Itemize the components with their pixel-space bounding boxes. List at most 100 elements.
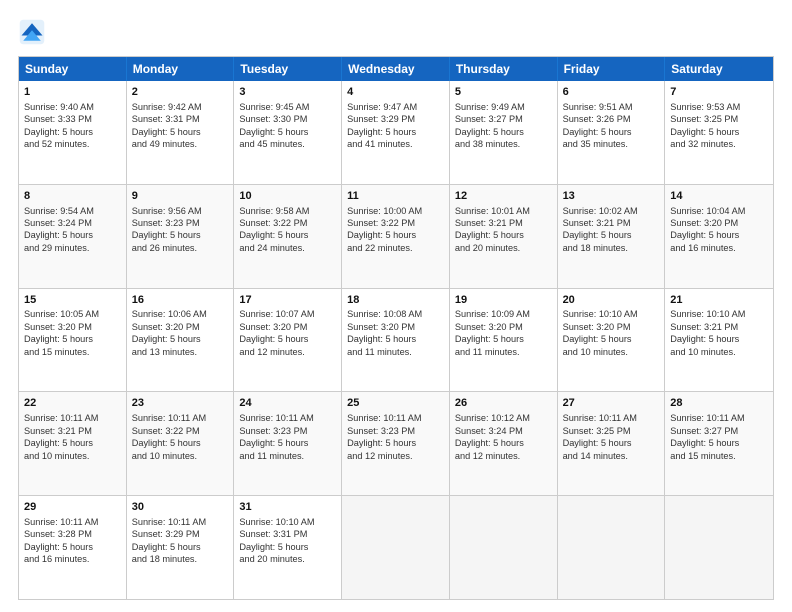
day-info: Sunrise: 10:11 AM Sunset: 3:21 PM Daylig…: [24, 413, 98, 460]
calendar-row-2: 8Sunrise: 9:54 AM Sunset: 3:24 PM Daylig…: [19, 185, 773, 289]
day-number: 3: [239, 85, 336, 100]
day-cell-2: 2Sunrise: 9:42 AM Sunset: 3:31 PM Daylig…: [127, 81, 235, 184]
empty-cell-4-4: [450, 496, 558, 599]
day-info: Sunrise: 10:11 AM Sunset: 3:25 PM Daylig…: [563, 413, 637, 460]
calendar-row-1: 1Sunrise: 9:40 AM Sunset: 3:33 PM Daylig…: [19, 81, 773, 185]
day-cell-5: 5 Sunrise: 9:49 AM Sunset: 3:27 PM Daylig…: [450, 81, 558, 184]
day-info: Sunrise: 10:11 AM Sunset: 3:22 PM Daylig…: [132, 413, 206, 460]
day-info: Sunrise: 10:01 AM Sunset: 3:21 PM Daylig…: [455, 206, 530, 253]
day-number: 22: [24, 396, 121, 411]
day-info: Sunrise: 10:11 AM Sunset: 3:23 PM Daylig…: [347, 413, 421, 460]
day-cell-19: 19Sunrise: 10:09 AM Sunset: 3:20 PM Dayl…: [450, 289, 558, 392]
day-info: Sunrise: 9:49 AM Sunset: 3:27 PM Dayligh…: [455, 102, 525, 149]
day-cell-26: 26 Sunrise: 10:12 AM Sunset: 3:24 PM Dayl…: [450, 392, 558, 495]
day-cell-31: 31Sunrise: 10:10 AM Sunset: 3:31 PM Dayl…: [234, 496, 342, 599]
day-info: Sunrise: 10:06 AM Sunset: 3:20 PM Daylig…: [132, 309, 207, 356]
day-cell-7: 7Sunrise: 9:53 AM Sunset: 3:25 PM Daylig…: [665, 81, 773, 184]
day-cell-16: 16Sunrise: 10:06 AM Sunset: 3:20 PM Dayl…: [127, 289, 235, 392]
day-number: 20: [563, 293, 660, 308]
day-number: 21: [670, 293, 768, 308]
calendar-header: SundayMondayTuesdayWednesdayThursdayFrid…: [19, 57, 773, 81]
day-number: 7: [670, 85, 768, 100]
day-cell-14: 14 Sunrise: 10:04 AM Sunset: 3:20 PM Dayl…: [665, 185, 773, 288]
day-info: Sunrise: 9:45 AM Sunset: 3:30 PM Dayligh…: [239, 102, 309, 149]
header-day-wednesday: Wednesday: [342, 57, 450, 81]
day-number: 5: [455, 85, 552, 100]
day-info: Sunrise: 10:07 AM Sunset: 3:20 PM Daylig…: [239, 309, 314, 356]
day-info: Sunrise: 10:08 AM Sunset: 3:20 PM Daylig…: [347, 309, 422, 356]
day-info: Sunrise: 9:47 AM Sunset: 3:29 PM Dayligh…: [347, 102, 417, 149]
day-info: Sunrise: 9:58 AM Sunset: 3:22 PM Dayligh…: [239, 206, 309, 253]
day-number: 28: [670, 396, 768, 411]
header-day-saturday: Saturday: [665, 57, 773, 81]
day-number: 2: [132, 85, 229, 100]
day-number: 26: [455, 396, 552, 411]
day-cell-20: 20Sunrise: 10:10 AM Sunset: 3:20 PM Dayl…: [558, 289, 666, 392]
day-info: Sunrise: 10:02 AM Sunset: 3:21 PM Daylig…: [563, 206, 638, 253]
header-day-sunday: Sunday: [19, 57, 127, 81]
day-number: 14: [670, 189, 768, 204]
logo-icon: [18, 18, 46, 46]
day-cell-29: 29 Sunrise: 10:11 AM Sunset: 3:28 PM Dayl…: [19, 496, 127, 599]
day-number: 23: [132, 396, 229, 411]
calendar: SundayMondayTuesdayWednesdayThursdayFrid…: [18, 56, 774, 600]
day-number: 29: [24, 500, 121, 515]
day-info: Sunrise: 9:54 AM Sunset: 3:24 PM Dayligh…: [24, 206, 94, 253]
day-info: Sunrise: 10:11 AM Sunset: 3:28 PM Daylig…: [24, 517, 98, 564]
header-day-friday: Friday: [558, 57, 666, 81]
day-info: Sunrise: 10:10 AM Sunset: 3:21 PM Daylig…: [670, 309, 745, 356]
header: [18, 18, 774, 46]
day-cell-12: 12 Sunrise: 10:01 AM Sunset: 3:21 PM Dayl…: [450, 185, 558, 288]
day-info: Sunrise: 10:05 AM Sunset: 3:20 PM Daylig…: [24, 309, 99, 356]
day-cell-21: 21Sunrise: 10:10 AM Sunset: 3:21 PM Dayl…: [665, 289, 773, 392]
day-cell-25: 25 Sunrise: 10:11 AM Sunset: 3:23 PM Dayl…: [342, 392, 450, 495]
calendar-row-4: 22 Sunrise: 10:11 AM Sunset: 3:21 PM Dayl…: [19, 392, 773, 496]
day-number: 15: [24, 293, 121, 308]
day-number: 9: [132, 189, 229, 204]
day-info: Sunrise: 10:00 AM Sunset: 3:22 PM Daylig…: [347, 206, 422, 253]
day-cell-30: 30Sunrise: 10:11 AM Sunset: 3:29 PM Dayl…: [127, 496, 235, 599]
day-info: Sunrise: 10:09 AM Sunset: 3:20 PM Daylig…: [455, 309, 530, 356]
calendar-body: 1Sunrise: 9:40 AM Sunset: 3:33 PM Daylig…: [19, 81, 773, 599]
day-cell-22: 22 Sunrise: 10:11 AM Sunset: 3:21 PM Dayl…: [19, 392, 127, 495]
day-cell-8: 8Sunrise: 9:54 AM Sunset: 3:24 PM Daylig…: [19, 185, 127, 288]
day-cell-28: 28 Sunrise: 10:11 AM Sunset: 3:27 PM Dayl…: [665, 392, 773, 495]
day-number: 25: [347, 396, 444, 411]
day-number: 13: [563, 189, 660, 204]
day-info: Sunrise: 10:12 AM Sunset: 3:24 PM Daylig…: [455, 413, 530, 460]
day-info: Sunrise: 10:10 AM Sunset: 3:20 PM Daylig…: [563, 309, 638, 356]
day-info: Sunrise: 10:11 AM Sunset: 3:27 PM Daylig…: [670, 413, 744, 460]
header-day-tuesday: Tuesday: [234, 57, 342, 81]
day-cell-13: 13 Sunrise: 10:02 AM Sunset: 3:21 PM Dayl…: [558, 185, 666, 288]
day-info: Sunrise: 10:10 AM Sunset: 3:31 PM Daylig…: [239, 517, 314, 564]
header-day-monday: Monday: [127, 57, 235, 81]
calendar-row-3: 15Sunrise: 10:05 AM Sunset: 3:20 PM Dayl…: [19, 289, 773, 393]
header-day-thursday: Thursday: [450, 57, 558, 81]
page: SundayMondayTuesdayWednesdayThursdayFrid…: [0, 0, 792, 612]
day-cell-15: 15Sunrise: 10:05 AM Sunset: 3:20 PM Dayl…: [19, 289, 127, 392]
day-number: 19: [455, 293, 552, 308]
day-cell-9: 9 Sunrise: 9:56 AM Sunset: 3:23 PM Daylig…: [127, 185, 235, 288]
day-number: 17: [239, 293, 336, 308]
day-number: 4: [347, 85, 444, 100]
day-cell-4: 4 Sunrise: 9:47 AM Sunset: 3:29 PM Daylig…: [342, 81, 450, 184]
day-number: 10: [239, 189, 336, 204]
day-info: Sunrise: 10:11 AM Sunset: 3:23 PM Daylig…: [239, 413, 313, 460]
day-cell-27: 27Sunrise: 10:11 AM Sunset: 3:25 PM Dayl…: [558, 392, 666, 495]
logo: [18, 18, 50, 46]
day-info: Sunrise: 10:04 AM Sunset: 3:20 PM Daylig…: [670, 206, 745, 253]
day-cell-23: 23 Sunrise: 10:11 AM Sunset: 3:22 PM Dayl…: [127, 392, 235, 495]
day-cell-11: 11Sunrise: 10:00 AM Sunset: 3:22 PM Dayl…: [342, 185, 450, 288]
day-number: 16: [132, 293, 229, 308]
day-info: Sunrise: 9:56 AM Sunset: 3:23 PM Dayligh…: [132, 206, 202, 253]
day-cell-10: 10 Sunrise: 9:58 AM Sunset: 3:22 PM Dayli…: [234, 185, 342, 288]
day-number: 18: [347, 293, 444, 308]
day-cell-24: 24Sunrise: 10:11 AM Sunset: 3:23 PM Dayl…: [234, 392, 342, 495]
day-cell-6: 6Sunrise: 9:51 AM Sunset: 3:26 PM Daylig…: [558, 81, 666, 184]
empty-cell-4-5: [558, 496, 666, 599]
day-number: 6: [563, 85, 660, 100]
day-number: 12: [455, 189, 552, 204]
day-cell-17: 17Sunrise: 10:07 AM Sunset: 3:20 PM Dayl…: [234, 289, 342, 392]
day-info: Sunrise: 9:40 AM Sunset: 3:33 PM Dayligh…: [24, 102, 94, 149]
day-cell-1: 1Sunrise: 9:40 AM Sunset: 3:33 PM Daylig…: [19, 81, 127, 184]
